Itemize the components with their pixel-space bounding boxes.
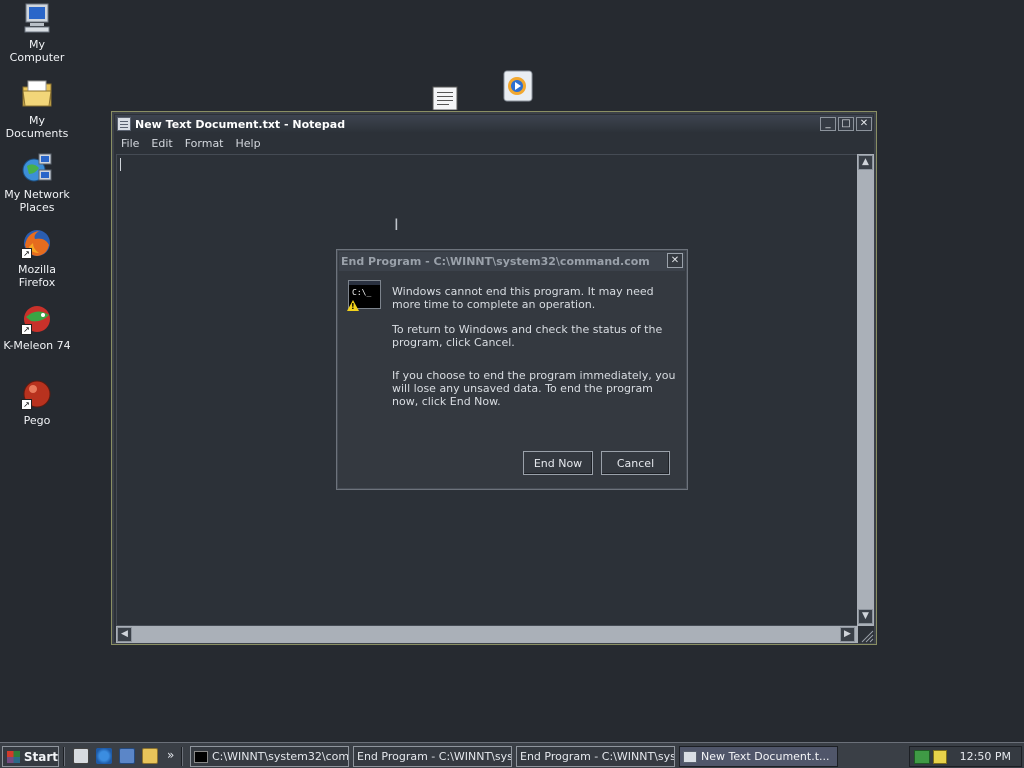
notepad-titlebar[interactable]: New Text Document.txt - Notepad _ □ ✕ xyxy=(115,115,873,133)
pego-icon: ↗ xyxy=(21,378,53,410)
scroll-left-icon[interactable]: ◀ xyxy=(117,627,132,642)
computer-icon xyxy=(21,2,53,34)
dialog-title: End Program - C:\WINNT\system32\command.… xyxy=(341,255,650,268)
notepad-icon xyxy=(117,117,131,131)
clock[interactable]: 12:50 PM xyxy=(960,750,1011,763)
vertical-scrollbar[interactable]: ▲ ▼ xyxy=(857,154,874,626)
command-prompt-icon xyxy=(194,750,208,763)
kmeleon-icon: ↗ xyxy=(21,303,53,335)
tray-app-icon[interactable] xyxy=(933,749,947,764)
shortcut-arrow-icon: ↗ xyxy=(21,248,32,259)
cancel-button[interactable]: Cancel xyxy=(601,451,670,475)
desktop-icon-k-meleon[interactable]: ↗ K-Meleon 74 xyxy=(0,303,74,352)
media-player-desktop-icon[interactable] xyxy=(502,70,534,102)
firefox-icon: ↗ xyxy=(21,227,53,259)
dialog-message-1: Windows cannot end this program. It may … xyxy=(392,285,654,311)
taskbar: Start » C:\WINNT\system32\com... End Pro… xyxy=(0,742,1024,768)
desktop-icon-label: Pego xyxy=(23,414,51,427)
dialog-message-2: To return to Windows and check the statu… xyxy=(392,323,663,349)
scroll-right-icon[interactable]: ▶ xyxy=(840,627,855,642)
notepad-icon xyxy=(683,750,697,763)
text-file-desktop-icon[interactable] xyxy=(432,86,458,111)
desktop-icon-pego[interactable]: ↗ Pego xyxy=(0,378,74,427)
end-now-button[interactable]: End Now xyxy=(523,451,593,475)
internet-explorer-icon[interactable] xyxy=(96,748,112,764)
task-notepad[interactable]: New Text Document.t... xyxy=(679,746,838,767)
horizontal-scrollbar[interactable]: ◀ ▶ xyxy=(116,626,858,643)
desktop-icon-label: My Computer xyxy=(9,38,65,64)
menu-format[interactable]: Format xyxy=(179,137,230,150)
desktop-icon-label: Mozilla Firefox xyxy=(18,263,56,289)
menu-bar: File Edit Format Help xyxy=(115,134,873,152)
maximize-button[interactable]: □ xyxy=(838,117,854,131)
network-tray-icon[interactable] xyxy=(914,749,930,764)
explorer-icon[interactable] xyxy=(142,748,158,764)
start-button[interactable]: Start xyxy=(2,746,59,767)
dialog-close-button[interactable]: ✕ xyxy=(667,253,683,268)
system-tray: 12:50 PM xyxy=(909,746,1022,767)
menu-help[interactable]: Help xyxy=(230,137,267,150)
desktop-icon-my-documents[interactable]: My Documents xyxy=(0,78,74,140)
windows-logo-icon xyxy=(7,750,20,763)
network-icon xyxy=(21,152,53,184)
desktop-icon-my-computer[interactable]: My Computer xyxy=(0,2,74,64)
show-desktop-icon[interactable] xyxy=(73,748,89,764)
menu-edit[interactable]: Edit xyxy=(145,137,178,150)
command-prompt-icon-text: C:\_ xyxy=(352,288,372,297)
text-cursor-icon: I xyxy=(394,215,399,234)
folder-icon xyxy=(21,78,53,110)
task-end-program-1[interactable]: End Program - C:\WINNT\sys... xyxy=(353,746,512,767)
desktop-icon-label: K-Meleon 74 xyxy=(3,339,71,352)
desktop-icon-my-network-places[interactable]: My Network Places xyxy=(0,152,74,214)
scroll-up-icon[interactable]: ▲ xyxy=(858,155,873,170)
desktop-icon-label: My Documents xyxy=(5,114,69,140)
quick-launch-overflow-icon[interactable]: » xyxy=(167,748,174,762)
outlook-express-icon[interactable] xyxy=(119,748,135,764)
start-label: Start xyxy=(23,749,58,764)
minimize-button[interactable]: _ xyxy=(820,117,836,131)
dialog-titlebar[interactable]: End Program - C:\WINNT\system32\command.… xyxy=(339,252,685,271)
desktop-icon-label: My Network Places xyxy=(4,188,70,214)
resize-grip-icon[interactable] xyxy=(858,626,874,643)
desktop-icon-mozilla-firefox[interactable]: ↗ Mozilla Firefox xyxy=(0,227,74,289)
shortcut-arrow-icon: ↗ xyxy=(21,399,32,410)
notepad-title: New Text Document.txt - Notepad xyxy=(135,117,346,131)
end-program-dialog[interactable]: End Program - C:\WINNT\system32\command.… xyxy=(336,249,688,490)
task-command-prompt[interactable]: C:\WINNT\system32\com... xyxy=(190,746,349,767)
shortcut-arrow-icon: ↗ xyxy=(21,324,32,335)
scroll-down-icon[interactable]: ▼ xyxy=(858,609,873,624)
text-caret xyxy=(120,158,121,171)
task-end-program-2[interactable]: End Program - C:\WINNT\sys... xyxy=(516,746,675,767)
menu-file[interactable]: File xyxy=(115,137,145,150)
close-button[interactable]: ✕ xyxy=(856,117,872,131)
dialog-message-3: If you choose to end the program immedia… xyxy=(392,369,676,408)
